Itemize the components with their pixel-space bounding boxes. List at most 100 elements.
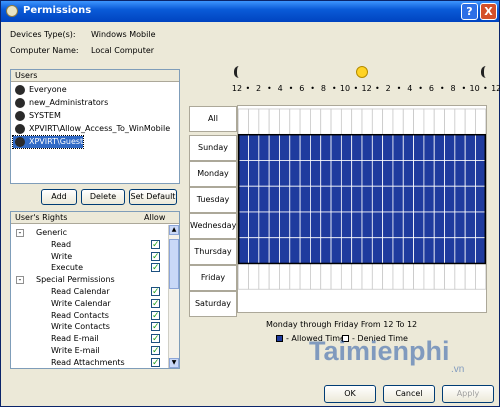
schedule-cell[interactable] <box>475 185 486 213</box>
schedule-cell[interactable] <box>258 211 270 239</box>
allow-checkbox[interactable]: ✓ <box>151 346 160 356</box>
scroll-down-icon[interactable]: ▼ <box>169 358 179 368</box>
all-days-button[interactable]: All <box>189 106 237 132</box>
schedule-cell[interactable] <box>320 185 332 213</box>
schedule-cell[interactable] <box>464 108 476 136</box>
schedule-cell[interactable] <box>238 108 249 136</box>
schedule-cell[interactable] <box>413 185 425 213</box>
schedule-cell[interactable] <box>330 108 342 136</box>
schedule-cell[interactable] <box>454 263 466 290</box>
schedule-cell[interactable] <box>258 160 270 187</box>
schedule-cell[interactable] <box>361 160 373 187</box>
schedule-cell[interactable] <box>433 237 445 264</box>
schedule-cell[interactable] <box>279 108 291 136</box>
schedule-cell[interactable] <box>392 160 404 187</box>
close-button[interactable]: X <box>480 3 497 20</box>
schedule-cell[interactable] <box>340 211 353 239</box>
schedule-cell[interactable] <box>268 263 280 290</box>
schedule-cell[interactable] <box>382 211 394 239</box>
schedule-cell[interactable] <box>423 263 435 290</box>
schedule-cell[interactable] <box>310 108 322 136</box>
schedule-cell[interactable] <box>464 134 476 161</box>
schedule-cell[interactable] <box>382 108 394 136</box>
schedule-cell[interactable] <box>464 211 476 239</box>
schedule-cell[interactable] <box>310 134 322 161</box>
schedule-cell[interactable] <box>238 263 249 290</box>
schedule-cell[interactable] <box>320 160 332 187</box>
day-button-tuesday[interactable]: Tuesday <box>189 187 237 213</box>
allow-checkbox[interactable]: ✓ <box>151 310 160 320</box>
schedule-cell[interactable] <box>392 211 404 239</box>
user-item[interactable]: XPVIRT\Guest <box>11 135 85 149</box>
users-list[interactable]: Users Everyone new_Administrators SYSTEM XP… <box>10 69 180 184</box>
add-button[interactable]: Add <box>41 189 77 205</box>
help-button[interactable]: ? <box>461 3 478 20</box>
schedule-cell[interactable] <box>454 185 466 213</box>
schedule-cell[interactable] <box>310 185 322 213</box>
schedule-cell[interactable] <box>423 108 435 136</box>
allow-checkbox[interactable]: ✓ <box>151 287 160 297</box>
schedule-cell[interactable] <box>330 134 342 161</box>
schedule-cell[interactable] <box>402 185 414 213</box>
schedule-cell[interactable] <box>361 237 373 264</box>
schedule-cell[interactable] <box>310 237 322 264</box>
schedule-cell[interactable] <box>351 108 363 136</box>
schedule-cell[interactable] <box>330 185 342 213</box>
schedule-cell[interactable] <box>371 237 384 264</box>
schedule-cell[interactable] <box>299 237 311 264</box>
schedule-cell[interactable] <box>402 134 414 161</box>
schedule-cell[interactable] <box>299 263 311 290</box>
schedule-cell[interactable] <box>351 263 363 290</box>
apply-button[interactable]: Apply <box>442 385 494 403</box>
schedule-cell[interactable] <box>402 160 414 187</box>
schedule-cell[interactable] <box>475 211 486 239</box>
schedule-cell[interactable] <box>289 237 301 264</box>
schedule-cell[interactable] <box>444 134 456 161</box>
schedule-cell[interactable] <box>279 160 291 187</box>
schedule-cell[interactable] <box>382 237 394 264</box>
schedule-cell[interactable] <box>433 134 445 161</box>
allow-checkbox[interactable]: ✓ <box>151 322 160 332</box>
schedule-cell[interactable] <box>413 108 425 136</box>
schedule-cell[interactable] <box>351 211 363 239</box>
schedule-cell[interactable] <box>392 263 404 290</box>
schedule-cell[interactable] <box>464 263 476 290</box>
schedule-cell[interactable] <box>423 237 435 264</box>
day-button-wednesday[interactable]: Wednesday <box>189 213 237 239</box>
schedule-cell[interactable] <box>454 211 466 239</box>
schedule-cell[interactable] <box>423 134 435 161</box>
schedule-cell[interactable] <box>413 211 425 239</box>
schedule-cell[interactable] <box>289 263 301 290</box>
schedule-cell[interactable] <box>475 237 486 264</box>
schedule-cell[interactable] <box>361 263 373 290</box>
user-item[interactable]: XPVIRT\Allow_Access_To_WinMobile <box>13 123 170 135</box>
schedule-cell[interactable] <box>238 185 249 213</box>
schedule-cell[interactable] <box>299 211 311 239</box>
schedule-cell[interactable] <box>340 160 353 187</box>
ok-button[interactable]: OK <box>324 385 376 403</box>
schedule-cell[interactable] <box>423 211 435 239</box>
schedule-cell[interactable] <box>413 237 425 264</box>
schedule-cell[interactable] <box>371 134 384 161</box>
allow-checkbox[interactable]: ✓ <box>151 239 160 249</box>
schedule-cell[interactable] <box>330 160 342 187</box>
schedule-cell[interactable] <box>351 134 363 161</box>
schedule-cell[interactable] <box>310 263 322 290</box>
schedule-cell[interactable] <box>402 108 414 136</box>
schedule-cell[interactable] <box>289 211 301 239</box>
schedule-cell[interactable] <box>433 185 445 213</box>
schedule-cell[interactable] <box>340 185 353 213</box>
schedule-cell[interactable] <box>248 134 260 161</box>
schedule-cell[interactable] <box>444 211 456 239</box>
schedule-cell[interactable] <box>475 263 486 290</box>
schedule-cell[interactable] <box>423 185 435 213</box>
collapse-toggle-icon[interactable]: - <box>16 229 24 237</box>
schedule-cell[interactable] <box>433 108 445 136</box>
schedule-cell[interactable] <box>371 185 384 213</box>
schedule-cell[interactable] <box>289 108 301 136</box>
schedule-cell[interactable] <box>392 108 404 136</box>
schedule-cell[interactable] <box>299 108 311 136</box>
schedule-cell[interactable] <box>320 211 332 239</box>
schedule-cell[interactable] <box>454 160 466 187</box>
schedule-cell[interactable] <box>454 108 466 136</box>
